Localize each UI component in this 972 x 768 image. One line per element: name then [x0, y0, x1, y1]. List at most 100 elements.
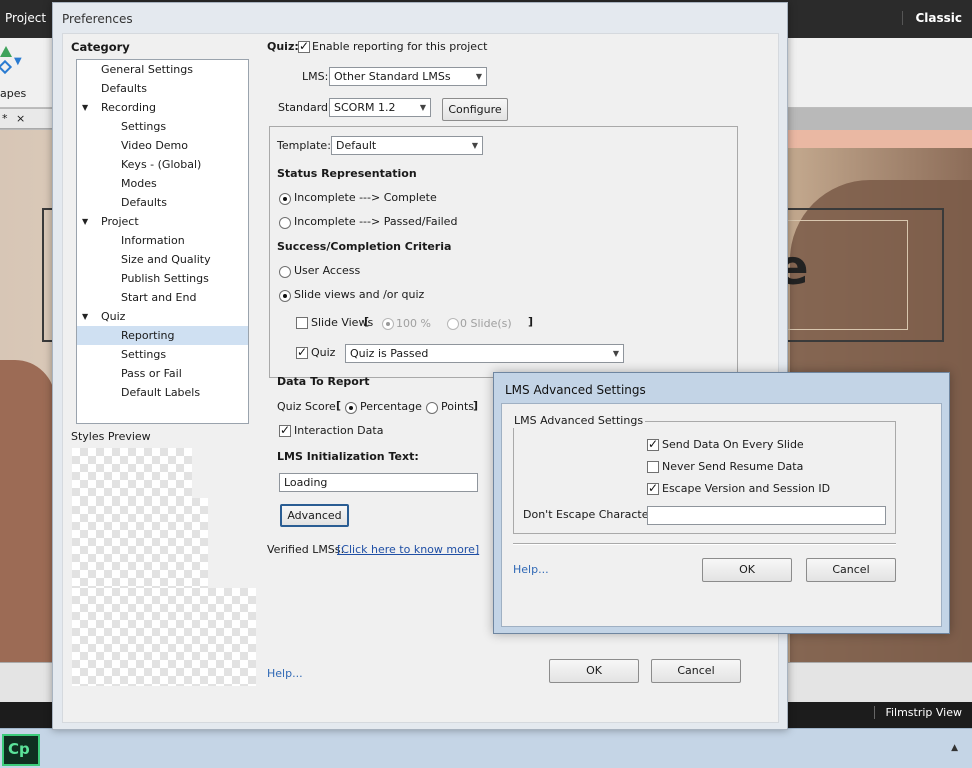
lms-cancel-button[interactable]: Cancel: [806, 558, 896, 582]
slide-views-quiz-label: Slide views and /or quiz: [294, 288, 425, 301]
tree-item[interactable]: ▼ Project: [77, 212, 248, 231]
status-complete-label: Incomplete ---> Complete: [294, 191, 437, 204]
chevron-down-icon[interactable]: ▼: [14, 56, 22, 67]
tree-item[interactable]: Video Demo: [77, 136, 248, 155]
quiz-condition-select[interactable]: Quiz is Passed ▼: [345, 344, 624, 363]
tree-item[interactable]: Settings: [77, 117, 248, 136]
status-complete-radio[interactable]: [279, 193, 291, 205]
bracket-close: ]: [528, 315, 534, 328]
tree-item-label: Start and End: [121, 291, 197, 304]
triangle-shape-icon[interactable]: [0, 46, 12, 57]
status-passed-failed-radio[interactable]: [279, 217, 291, 229]
send-data-every-slide-checkbox[interactable]: [647, 437, 659, 451]
ok-button[interactable]: OK: [549, 659, 639, 683]
slide-photo-left: [0, 360, 55, 662]
workspace-switcher[interactable]: Classic: [902, 11, 962, 25]
help-link[interactable]: Help...: [267, 667, 303, 680]
tree-item[interactable]: Defaults: [77, 79, 248, 98]
bracket-open: [: [364, 315, 370, 328]
tree-item-label: Defaults: [121, 196, 167, 209]
template-select-value: Default: [336, 139, 377, 152]
tree-item[interactable]: Pass or Fail: [77, 364, 248, 383]
slide-count-radio[interactable]: [447, 318, 459, 330]
escape-version-session-checkbox[interactable]: [647, 481, 659, 495]
tree-item[interactable]: Information: [77, 231, 248, 250]
lms-init-text-heading: LMS Initialization Text:: [277, 450, 419, 463]
lms-group-label: LMS Advanced Settings: [512, 414, 646, 428]
unsaved-marker: *: [2, 112, 8, 125]
hexagon-shape-icon[interactable]: [0, 59, 13, 75]
verified-lms-link[interactable]: [Click here to know more]: [337, 543, 479, 556]
tree-item[interactable]: Size and Quality: [77, 250, 248, 269]
tree-item-label: Quiz: [101, 310, 126, 323]
enable-reporting-checkbox[interactable]: [298, 39, 310, 53]
slide-views-checkbox[interactable]: [296, 317, 308, 329]
tree-item[interactable]: Start and End: [77, 288, 248, 307]
status-representation-heading: Status Representation: [277, 167, 417, 180]
slide-count-label: 0 Slide(s): [460, 317, 512, 330]
lms-label: LMS:: [302, 70, 329, 83]
user-access-radio[interactable]: [279, 266, 291, 278]
tree-item[interactable]: ▼ Recording: [77, 98, 248, 117]
lms-init-text-input[interactable]: Loading: [279, 473, 478, 492]
tree-item[interactable]: Publish Settings: [77, 269, 248, 288]
document-tab[interactable]: * ×: [0, 109, 55, 129]
lms-select[interactable]: Other Standard LMSs ▼: [329, 67, 487, 86]
category-tree[interactable]: General Settings Defaults ▼ Recording Settin…: [76, 59, 249, 424]
captivate-taskbar-icon[interactable]: Cp: [2, 734, 40, 766]
template-select[interactable]: Default ▼: [331, 136, 483, 155]
configure-button[interactable]: Configure: [442, 98, 508, 121]
slide-percent-radio[interactable]: [382, 318, 394, 330]
slide-header-band: [772, 130, 972, 148]
lms-ok-button[interactable]: OK: [702, 558, 792, 582]
standard-select[interactable]: SCORM 1.2 ▼: [329, 98, 431, 117]
styles-preview-canvas-2: [72, 498, 208, 588]
percentage-radio[interactable]: [345, 402, 357, 414]
expand-arrow-icon[interactable]: ▼: [82, 212, 88, 231]
tree-item[interactable]: Settings: [77, 345, 248, 364]
tray-expand-icon[interactable]: ▲: [951, 743, 958, 753]
tree-item[interactable]: Modes: [77, 174, 248, 193]
project-menu[interactable]: Project: [5, 11, 46, 25]
expand-arrow-icon[interactable]: ▼: [82, 98, 88, 117]
percentage-label: Percentage: [360, 400, 422, 413]
slide-views-quiz-radio[interactable]: [279, 290, 291, 302]
tree-item-label: Default Labels: [121, 386, 201, 399]
tree-item-label: Pass or Fail: [121, 367, 182, 380]
enable-reporting-label: Enable reporting for this project: [312, 40, 488, 53]
user-access-label: User Access: [294, 264, 361, 277]
points-label: Points: [441, 400, 475, 413]
shapes-label: apes: [0, 87, 27, 100]
never-send-resume-checkbox[interactable]: [647, 461, 659, 473]
advanced-button[interactable]: Advanced: [280, 504, 349, 527]
tree-item-label: Publish Settings: [121, 272, 209, 285]
tree-item-label: Settings: [121, 348, 167, 361]
tree-item[interactable]: Defaults: [77, 193, 248, 212]
criteria-heading: Success/Completion Criteria: [277, 240, 452, 253]
tree-item[interactable]: Reporting: [77, 326, 248, 345]
lms-advanced-settings-dialog: LMS Advanced Settings LMS Advanced Setti…: [493, 372, 950, 634]
send-data-every-slide-label: Send Data On Every Slide: [662, 438, 804, 451]
tree-item[interactable]: General Settings: [77, 60, 248, 79]
filmstrip-view-button[interactable]: Filmstrip View: [874, 706, 962, 719]
lms-dialog-title: LMS Advanced Settings: [505, 383, 646, 397]
tree-item-label: Information: [121, 234, 185, 247]
points-radio[interactable]: [426, 402, 438, 414]
quiz-checkbox[interactable]: [296, 345, 308, 359]
dont-escape-input[interactable]: [647, 506, 886, 525]
lms-separator: [513, 543, 896, 545]
tree-item-label: General Settings: [101, 63, 193, 76]
cancel-button[interactable]: Cancel: [651, 659, 741, 683]
dont-escape-label: Don't Escape Characters:: [523, 508, 663, 521]
interaction-data-checkbox[interactable]: [279, 423, 291, 437]
tree-item[interactable]: ▼ Quiz: [77, 307, 248, 326]
close-tab-icon[interactable]: ×: [16, 112, 25, 125]
tree-item[interactable]: Keys - (Global): [77, 155, 248, 174]
chevron-down-icon: ▼: [471, 141, 478, 150]
tree-item[interactable]: Default Labels: [77, 383, 248, 402]
expand-arrow-icon[interactable]: ▼: [82, 307, 88, 326]
lms-help-link[interactable]: Help...: [513, 563, 549, 576]
styles-preview-label: Styles Preview: [71, 430, 151, 443]
tree-item-label: Defaults: [101, 82, 147, 95]
interaction-data-label: Interaction Data: [294, 424, 384, 437]
